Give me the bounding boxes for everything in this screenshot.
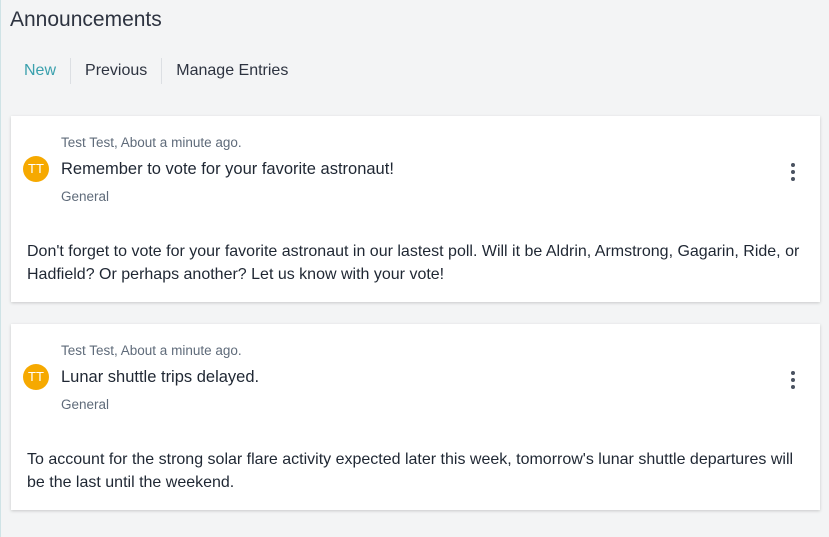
announcement-body: To account for the strong solar flare ac… <box>27 451 794 491</box>
left-border <box>0 0 1 537</box>
tab-new[interactable]: New <box>9 58 70 84</box>
avatar: TT <box>23 156 49 182</box>
avatar: TT <box>23 364 49 390</box>
announcement-meta: Test Test, About a minute ago. <box>61 343 242 358</box>
announcement-title: Remember to vote for your favorite astro… <box>61 160 394 178</box>
announcement-category: General <box>61 189 110 204</box>
page-title: Announcements <box>10 8 162 31</box>
tab-manage-entries[interactable]: Manage Entries <box>161 58 302 84</box>
announcement-card: Test Test, About a minute ago. TT Lunar … <box>11 324 820 510</box>
more-vertical-icon[interactable] <box>787 371 799 389</box>
announcement-meta: Test Test, About a minute ago. <box>61 135 242 150</box>
tab-bar: New Previous Manage Entries <box>9 58 302 84</box>
more-vertical-icon[interactable] <box>787 163 799 181</box>
tab-previous[interactable]: Previous <box>70 58 161 84</box>
announcement-body: Don't forget to vote for your favorite a… <box>27 243 800 283</box>
announcement-category: General <box>61 397 110 412</box>
announcement-title: Lunar shuttle trips delayed. <box>61 368 260 386</box>
announcement-card: Test Test, About a minute ago. TT Rememb… <box>11 116 820 302</box>
